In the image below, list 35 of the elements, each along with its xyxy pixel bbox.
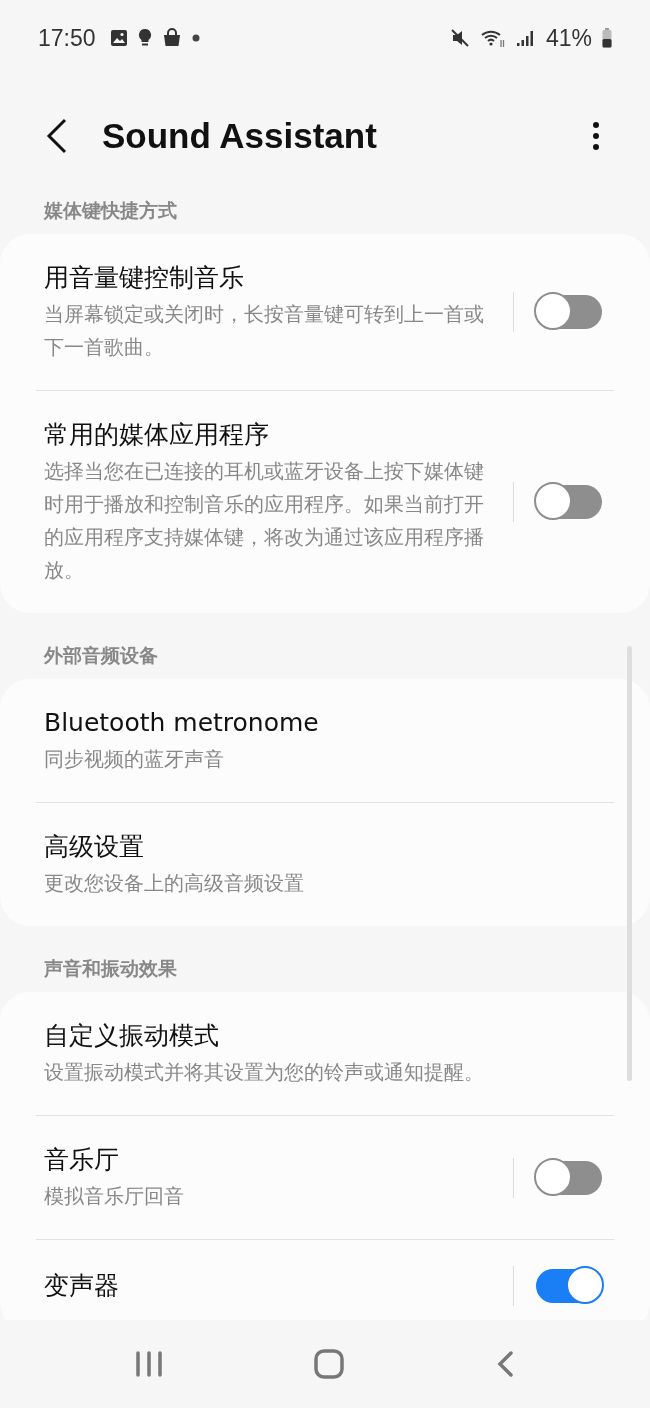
battery-icon xyxy=(602,28,612,48)
battery-percent: 41% xyxy=(545,24,592,52)
section-header: 外部音频设备 xyxy=(42,643,159,668)
toggle-switch[interactable] xyxy=(536,295,602,329)
gallery-icon xyxy=(109,29,128,47)
page-title: Sound Assistant xyxy=(102,116,377,156)
toggle-switch[interactable] xyxy=(536,485,602,519)
setting-title[interactable]: 常用的媒体应用程序 xyxy=(44,417,496,453)
setting-title[interactable]: 高级设置 xyxy=(44,829,602,865)
setting-description: 选择当您在已连接的耳机或蓝牙设备上按下媒体键时用于播放和控制音乐的应用程序。如果当前打开的应用程序支持媒体键，将改为通过该应用程序播放。 xyxy=(44,459,485,584)
home-icon[interactable] xyxy=(314,1349,344,1379)
scrollbar[interactable] xyxy=(627,646,632,1081)
section-header: 声音和振动效果 xyxy=(43,956,178,981)
setting-title[interactable]: 用音量键控制音乐 xyxy=(44,260,496,296)
back-icon[interactable] xyxy=(46,118,68,154)
setting-title[interactable]: 音乐厅 xyxy=(44,1142,496,1178)
dot-icon xyxy=(191,34,200,42)
status-time: 17:50 xyxy=(38,24,96,52)
setting-description: 当屏幕锁定或关闭时，长按音量键可转到上一首或下一首歌曲。 xyxy=(44,302,485,361)
more-options-icon[interactable] xyxy=(592,121,600,151)
shopping-bag-icon xyxy=(161,28,182,48)
signal-icon xyxy=(515,29,536,47)
setting-description: 模拟音乐厅回音 xyxy=(44,1184,185,1210)
setting-title[interactable]: Bluetooth metronome xyxy=(44,705,602,741)
setting-description: 更改您设备上的高级音频设置 xyxy=(44,871,305,897)
mute-icon xyxy=(449,28,470,48)
setting-title[interactable]: 自定义振动模式 xyxy=(44,1018,602,1054)
section-header: 媒体键快捷方式 xyxy=(42,198,178,223)
toggle-switch[interactable] xyxy=(536,1160,602,1195)
setting-description: 同步视频的蓝牙声音 xyxy=(44,747,225,773)
setting-description: 设置振动模式并将其设置为您的铃声或通知提醒。 xyxy=(44,1060,485,1086)
recent-apps-icon[interactable] xyxy=(135,1351,164,1377)
setting-title[interactable]: 变声器 xyxy=(44,1268,496,1304)
lightbulb-icon xyxy=(137,28,152,48)
toggle-switch[interactable] xyxy=(536,1269,602,1303)
